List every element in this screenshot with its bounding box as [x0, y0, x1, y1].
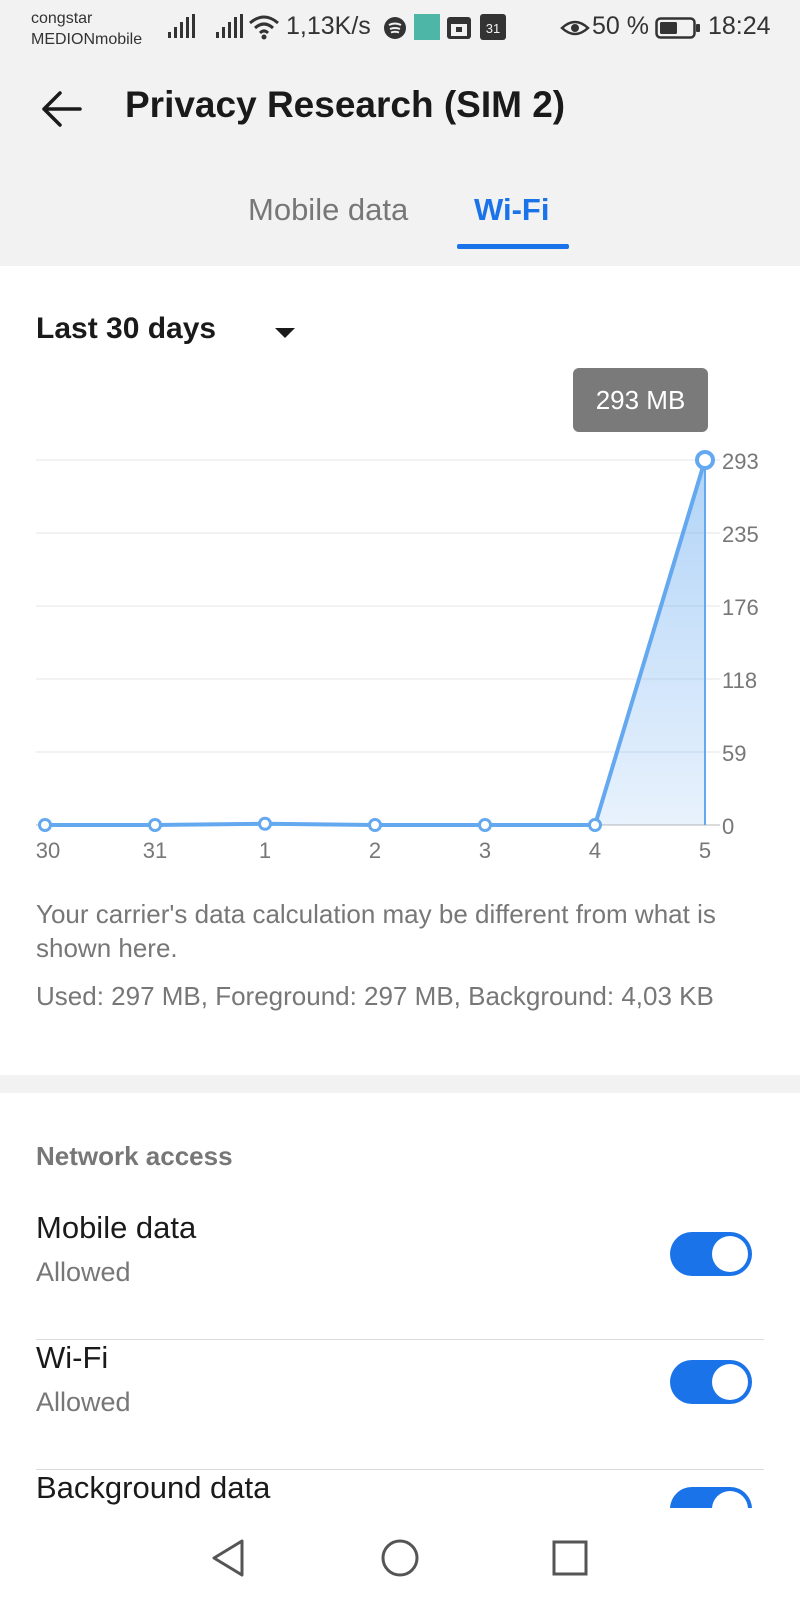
section-divider — [0, 1075, 800, 1093]
wifi-icon — [249, 15, 279, 40]
network-speed: 1,13K/s — [286, 12, 371, 40]
network-item-wifi[interactable]: Wi-Fi Allowed — [36, 1340, 764, 1470]
network-item-mobile-data[interactable]: Mobile data Allowed — [36, 1210, 764, 1340]
carrier-name-secondary: MEDIONmobile — [31, 31, 143, 48]
wifi-toggle[interactable] — [670, 1360, 752, 1404]
y-tick-label: 118 — [722, 668, 757, 693]
network-item-label: Background data — [36, 1470, 271, 1505]
app-header: Privacy Research (SIM 2) Mobile data Wi-… — [0, 56, 800, 266]
period-selector[interactable]: Last 30 days — [36, 312, 216, 346]
recents-nav-icon[interactable] — [548, 1536, 592, 1580]
navigation-bar — [0, 1508, 800, 1600]
active-tab-indicator — [457, 244, 569, 249]
y-tick-label: 176 — [722, 595, 759, 620]
data-point — [148, 818, 162, 832]
data-point — [258, 816, 272, 831]
toggle-knob — [712, 1491, 748, 1508]
carrier-info: congstar MEDIONmobile — [31, 8, 142, 50]
signal-icon — [216, 14, 243, 38]
data-point — [38, 818, 52, 832]
x-tick-label: 31 — [143, 838, 167, 863]
toggle-knob — [712, 1236, 748, 1272]
carrier-name: congstar — [31, 10, 93, 27]
chart-tooltip: 293 MB — [573, 368, 708, 432]
x-tick-label: 30 — [36, 838, 60, 863]
network-item-label: Wi-Fi — [36, 1340, 109, 1375]
network-item-status: Allowed — [36, 1387, 131, 1417]
page-title: Privacy Research (SIM 2) — [125, 84, 566, 125]
x-tick-label: 4 — [589, 838, 601, 863]
back-nav-icon[interactable] — [206, 1536, 250, 1580]
usage-summary: Used: 297 MB, Foreground: 297 MB, Backgr… — [36, 981, 714, 1011]
toggle-knob — [712, 1364, 748, 1400]
x-tick-label: 2 — [369, 838, 381, 863]
y-tick-label: 293 — [722, 449, 759, 474]
tab-wifi[interactable]: Wi-Fi — [474, 192, 549, 228]
chart-area — [45, 460, 705, 825]
calendar-icon: 31 — [480, 14, 506, 40]
data-point — [588, 818, 602, 832]
battery-icon — [655, 17, 700, 39]
eye-comfort-icon — [560, 20, 590, 36]
network-item-status: Allowed — [36, 1257, 131, 1287]
data-point — [368, 818, 382, 832]
series-line — [45, 459, 707, 827]
y-tick-label: 59 — [722, 741, 746, 766]
signal-icon — [168, 14, 195, 38]
x-tick-label: 1 — [259, 838, 271, 863]
network-item-label: Mobile data — [36, 1210, 197, 1245]
data-point — [695, 450, 715, 470]
status-bar: congstar MEDIONmobile 1,13K/s 31 50 % 18… — [0, 0, 800, 56]
dropdown-arrow-icon[interactable] — [273, 326, 297, 340]
clock: 18:24 — [708, 12, 771, 40]
app-icon — [414, 14, 440, 40]
battery-percent: 50 % — [592, 12, 649, 40]
x-tick-label: 3 — [479, 838, 491, 863]
tab-mobile-data[interactable]: Mobile data — [248, 192, 408, 228]
calendar-icon — [447, 17, 471, 39]
network-item-background-data[interactable]: Background data — [36, 1470, 764, 1508]
usage-chart: 293 235 176 118 59 0 30 31 1 2 3 4 5 — [36, 449, 759, 863]
mobile-data-toggle[interactable] — [670, 1232, 752, 1276]
section-title-network-access: Network access — [36, 1141, 233, 1171]
background-data-toggle[interactable] — [670, 1487, 752, 1508]
y-tick-label: 235 — [722, 522, 759, 547]
carrier-note: Your carrier's data calculation may be d… — [36, 899, 716, 963]
x-tick-label: 5 — [699, 838, 711, 863]
y-tick-label: 0 — [722, 814, 734, 839]
data-point — [478, 818, 492, 832]
spotify-icon — [384, 17, 406, 39]
back-arrow-icon[interactable] — [36, 82, 90, 136]
home-nav-icon[interactable] — [378, 1536, 422, 1580]
